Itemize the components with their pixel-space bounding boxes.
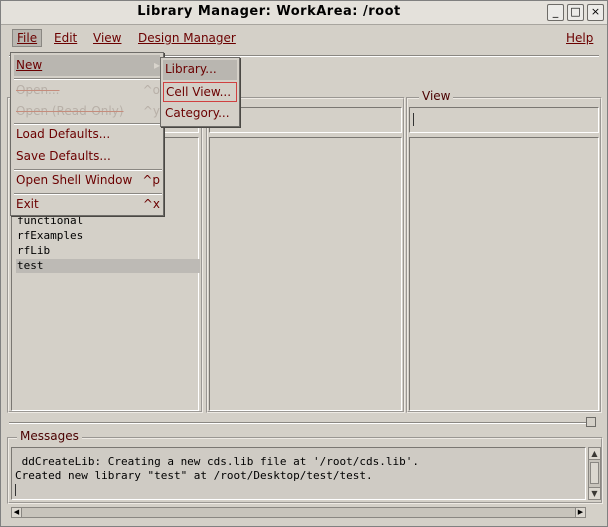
maximize-button[interactable]: □ (567, 4, 584, 21)
file-menu-new[interactable]: New ▸ (14, 55, 160, 76)
menu-bar: File Edit View Design Manager Help (1, 27, 607, 53)
file-menu-exit-accel: ^x (142, 197, 160, 211)
file-menu-save-defaults-label: Save Defaults... (16, 149, 111, 163)
file-menu-open-read-only-label: Open (Read-Only) (16, 104, 124, 118)
pane-splitter[interactable] (9, 422, 594, 424)
messages-horizontal-scrollbar[interactable]: ◀ ▶ (11, 507, 586, 518)
scroll-right-icon[interactable]: ▶ (575, 508, 585, 517)
library-item-functional[interactable]: functional (16, 214, 200, 228)
menu-view-label: View (93, 31, 122, 45)
splitter-handle[interactable] (586, 417, 596, 427)
messages-cursor (15, 484, 16, 496)
library-item-rflib[interactable]: rfLib (16, 244, 200, 258)
menu-view[interactable]: View (93, 31, 121, 45)
minimize-button[interactable]: _ (547, 4, 564, 21)
view-list[interactable] (409, 137, 599, 411)
file-menu: New ▸ Open... ^o Open (Read-Only) ^y Loa… (10, 52, 164, 216)
new-submenu: Library... Cell View... Category... (160, 57, 240, 127)
close-button[interactable]: × (587, 4, 604, 21)
file-menu-open-read-only-accel: ^y (142, 104, 160, 118)
library-manager-window: Library Manager: WorkArea: /root _ □ × F… (0, 0, 608, 527)
file-menu-open-read-only[interactable]: Open (Read-Only) ^y (14, 101, 160, 122)
library-item-test[interactable]: test (16, 259, 200, 273)
menu-edit-label: Edit (54, 31, 78, 45)
view-column-label: View (419, 89, 454, 103)
file-menu-open-shell-window-accel: ^p (142, 173, 160, 187)
scroll-down-icon[interactable]: ▼ (589, 487, 600, 499)
new-submenu-cell-view[interactable]: Cell View... (163, 82, 237, 102)
new-submenu-category[interactable]: Category... (163, 104, 237, 124)
file-menu-load-defaults-label: Load Defaults... (16, 127, 111, 141)
scroll-left-icon[interactable]: ◀ (12, 508, 22, 517)
file-menu-open-shell-window-label: Open Shell Window (16, 173, 133, 187)
file-menu-open-shell-window[interactable]: Open Shell Window ^p (14, 170, 160, 191)
menu-file-label: File (17, 31, 38, 45)
title-bar[interactable]: Library Manager: WorkArea: /root _ □ × (1, 1, 607, 25)
menu-edit[interactable]: Edit (54, 31, 77, 45)
library-item-rfexamples[interactable]: rfExamples (16, 229, 200, 243)
file-menu-new-label: New (16, 58, 43, 72)
menu-file[interactable]: File (12, 29, 43, 47)
file-menu-open-label: Open... (16, 83, 60, 97)
file-menu-exit[interactable]: Exit ^x (14, 194, 160, 215)
view-filter-field[interactable] (409, 107, 599, 133)
scroll-thumb[interactable] (590, 462, 599, 484)
message-line-1: ddCreateLib: Creating a new cds.lib file… (15, 455, 419, 468)
file-menu-open[interactable]: Open... ^o (14, 80, 160, 101)
menu-design-manager-label: Design Manager (138, 31, 236, 45)
menu-help[interactable]: Help (566, 31, 593, 45)
menu-design-manager[interactable]: Design Manager (138, 31, 236, 45)
file-menu-open-accel: ^o (142, 83, 160, 97)
menu-help-label: Help (566, 31, 594, 45)
cell-list[interactable] (209, 137, 402, 411)
window-title: Library Manager: WorkArea: /root (137, 4, 401, 19)
new-submenu-library[interactable]: Library... (163, 60, 237, 80)
file-menu-exit-label: Exit (16, 197, 39, 211)
messages-label: Messages (17, 429, 82, 443)
scroll-up-icon[interactable]: ▲ (589, 448, 600, 460)
messages-text-area[interactable]: ddCreateLib: Creating a new cds.lib file… (11, 447, 586, 500)
file-menu-save-defaults[interactable]: Save Defaults... (14, 146, 160, 167)
file-menu-load-defaults[interactable]: Load Defaults... (14, 124, 160, 145)
messages-vertical-scrollbar[interactable]: ▲ ▼ (588, 447, 601, 500)
text-cursor (413, 113, 414, 126)
message-line-2: Created new library "test" at /root/Desk… (15, 469, 373, 482)
